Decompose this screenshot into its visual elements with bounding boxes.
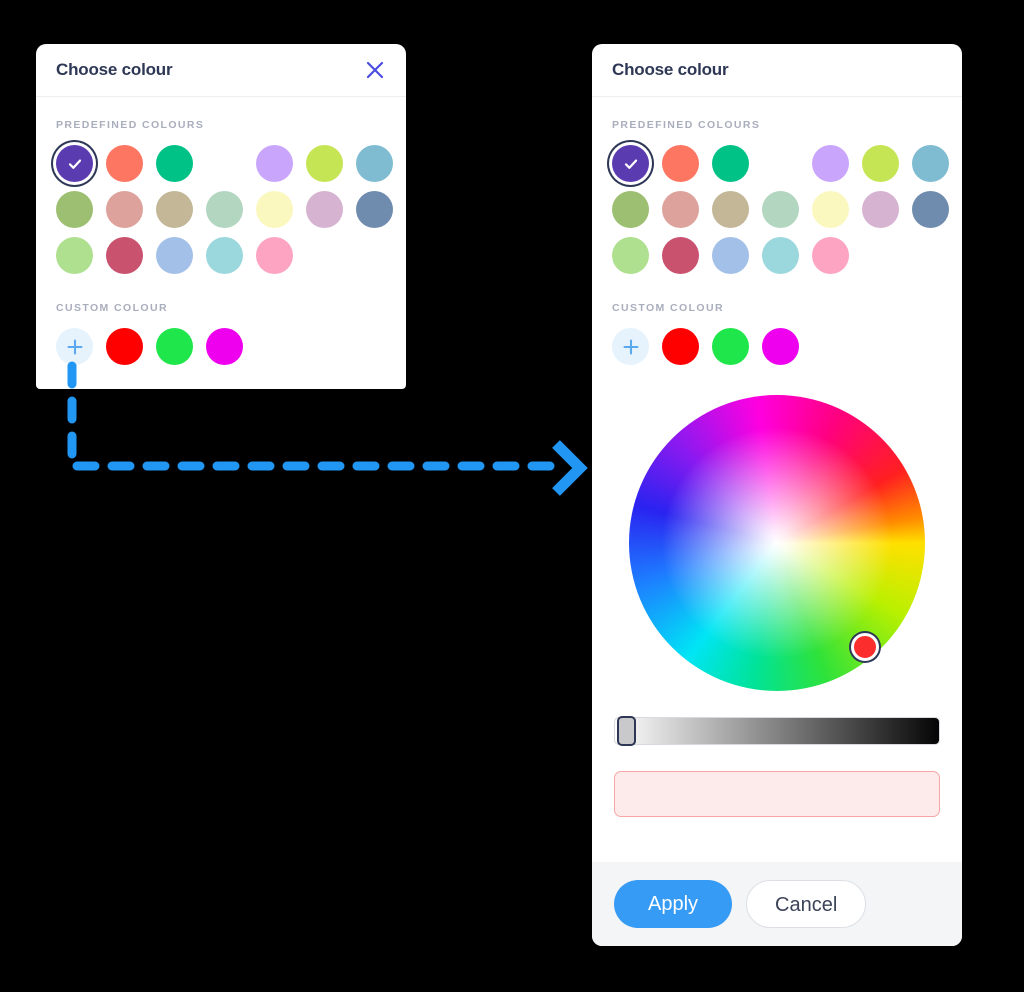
- colour-swatch-purple-selected[interactable]: [56, 145, 93, 182]
- custom-colour-swatch-pure-red[interactable]: [106, 328, 143, 365]
- check-icon: [56, 145, 93, 182]
- page-title-expanded: Choose colour: [612, 60, 729, 79]
- colour-swatch-sage[interactable]: [762, 191, 799, 228]
- colour-swatch-aqua[interactable]: [206, 237, 243, 274]
- page-title: Choose colour: [56, 60, 173, 79]
- colour-swatch-aqua[interactable]: [762, 237, 799, 274]
- colour-swatch-lime[interactable]: [306, 145, 343, 182]
- predefined-colour-grid-expanded: [612, 145, 949, 274]
- add-custom-colour-button-expanded[interactable]: [612, 328, 649, 365]
- colour-swatch-lime[interactable]: [862, 145, 899, 182]
- plus-icon: [66, 338, 83, 355]
- predefined-colours-section: PREDEFINED COLOURS: [36, 97, 406, 274]
- dialog-header: Choose colour: [36, 44, 406, 97]
- colour-preview-field[interactable]: [614, 771, 940, 817]
- colour-swatch-mauve[interactable]: [306, 191, 343, 228]
- custom-colour-row: [56, 328, 386, 365]
- colour-swatch-dusty-rose[interactable]: [106, 191, 143, 228]
- colour-swatch-olive-green[interactable]: [56, 191, 93, 228]
- grid-spacer: [356, 237, 406, 274]
- colour-swatch-steel-blue[interactable]: [912, 145, 949, 182]
- custom-colour-label-expanded: CUSTOM COLOUR: [612, 302, 724, 314]
- add-custom-colour-button[interactable]: [56, 328, 93, 365]
- check-icon: [612, 145, 649, 182]
- colour-swatch-coral[interactable]: [662, 145, 699, 182]
- colour-swatch-coral[interactable]: [106, 145, 143, 182]
- custom-colour-section: CUSTOM COLOUR: [36, 274, 406, 365]
- custom-colour-swatch-pure-green[interactable]: [156, 328, 193, 365]
- colour-wheel-section: [592, 365, 962, 691]
- choose-colour-dialog-collapsed: Choose colour PREDEFINED COLOURS CUSTOM …: [36, 44, 406, 389]
- custom-colour-swatch-pure-magenta[interactable]: [206, 328, 243, 365]
- colour-swatch-orange[interactable]: [762, 145, 799, 182]
- plus-icon: [622, 338, 639, 355]
- grid-spacer: [912, 237, 962, 274]
- colour-swatch-orange[interactable]: [206, 145, 243, 182]
- brightness-slider[interactable]: [614, 716, 940, 746]
- dialog-footer: Apply Cancel: [592, 862, 962, 946]
- predefined-colours-label-expanded: PREDEFINED COLOURS: [612, 119, 761, 131]
- choose-colour-dialog-expanded: Choose colour PREDEFINED COLOURS CUSTOM …: [592, 44, 962, 946]
- colour-swatch-pale-yellow[interactable]: [812, 191, 849, 228]
- predefined-colour-grid: [56, 145, 393, 274]
- close-icon[interactable]: [362, 57, 388, 83]
- grid-spacer: [862, 237, 912, 274]
- colour-swatch-lavender[interactable]: [256, 145, 293, 182]
- custom-colour-swatch-pure-red[interactable]: [662, 328, 699, 365]
- colour-wheel-handle[interactable]: [851, 633, 879, 661]
- colour-swatch-steel-blue[interactable]: [356, 145, 393, 182]
- apply-button[interactable]: Apply: [614, 880, 732, 928]
- colour-swatch-light-green[interactable]: [56, 237, 93, 274]
- colour-swatch-periwinkle[interactable]: [156, 237, 193, 274]
- predefined-colours-section-expanded: PREDEFINED COLOURS: [592, 97, 962, 274]
- grid-spacer: [306, 237, 356, 274]
- brightness-slider-section: [592, 691, 962, 746]
- colour-wheel-wrap: [629, 395, 925, 691]
- custom-colour-swatch-pure-green[interactable]: [712, 328, 749, 365]
- colour-swatch-emerald[interactable]: [712, 145, 749, 182]
- colour-preview-section: [592, 745, 962, 817]
- colour-swatch-khaki[interactable]: [156, 191, 193, 228]
- cancel-button[interactable]: Cancel: [746, 880, 867, 928]
- colour-swatch-slate-blue[interactable]: [912, 191, 949, 228]
- colour-swatch-pink[interactable]: [812, 237, 849, 274]
- custom-colour-label: CUSTOM COLOUR: [56, 302, 168, 314]
- custom-colour-row-expanded: [612, 328, 942, 365]
- colour-swatch-raspberry[interactable]: [662, 237, 699, 274]
- colour-swatch-purple-selected[interactable]: [612, 145, 649, 182]
- colour-swatch-periwinkle[interactable]: [712, 237, 749, 274]
- colour-swatch-khaki[interactable]: [712, 191, 749, 228]
- colour-swatch-pale-yellow[interactable]: [256, 191, 293, 228]
- brightness-slider-handle[interactable]: [617, 716, 636, 746]
- custom-colour-section-expanded: CUSTOM COLOUR: [592, 274, 962, 365]
- colour-swatch-light-green[interactable]: [612, 237, 649, 274]
- colour-swatch-sage[interactable]: [206, 191, 243, 228]
- color-wheel[interactable]: [629, 395, 925, 691]
- colour-swatch-emerald[interactable]: [156, 145, 193, 182]
- dialog-header-expanded: Choose colour: [592, 44, 962, 97]
- colour-swatch-slate-blue[interactable]: [356, 191, 393, 228]
- colour-swatch-dusty-rose[interactable]: [662, 191, 699, 228]
- custom-colour-swatch-pure-magenta[interactable]: [762, 328, 799, 365]
- colour-swatch-olive-green[interactable]: [612, 191, 649, 228]
- colour-swatch-lavender[interactable]: [812, 145, 849, 182]
- colour-swatch-pink[interactable]: [256, 237, 293, 274]
- colour-swatch-mauve[interactable]: [862, 191, 899, 228]
- predefined-colours-label: PREDEFINED COLOURS: [56, 119, 205, 131]
- colour-swatch-raspberry[interactable]: [106, 237, 143, 274]
